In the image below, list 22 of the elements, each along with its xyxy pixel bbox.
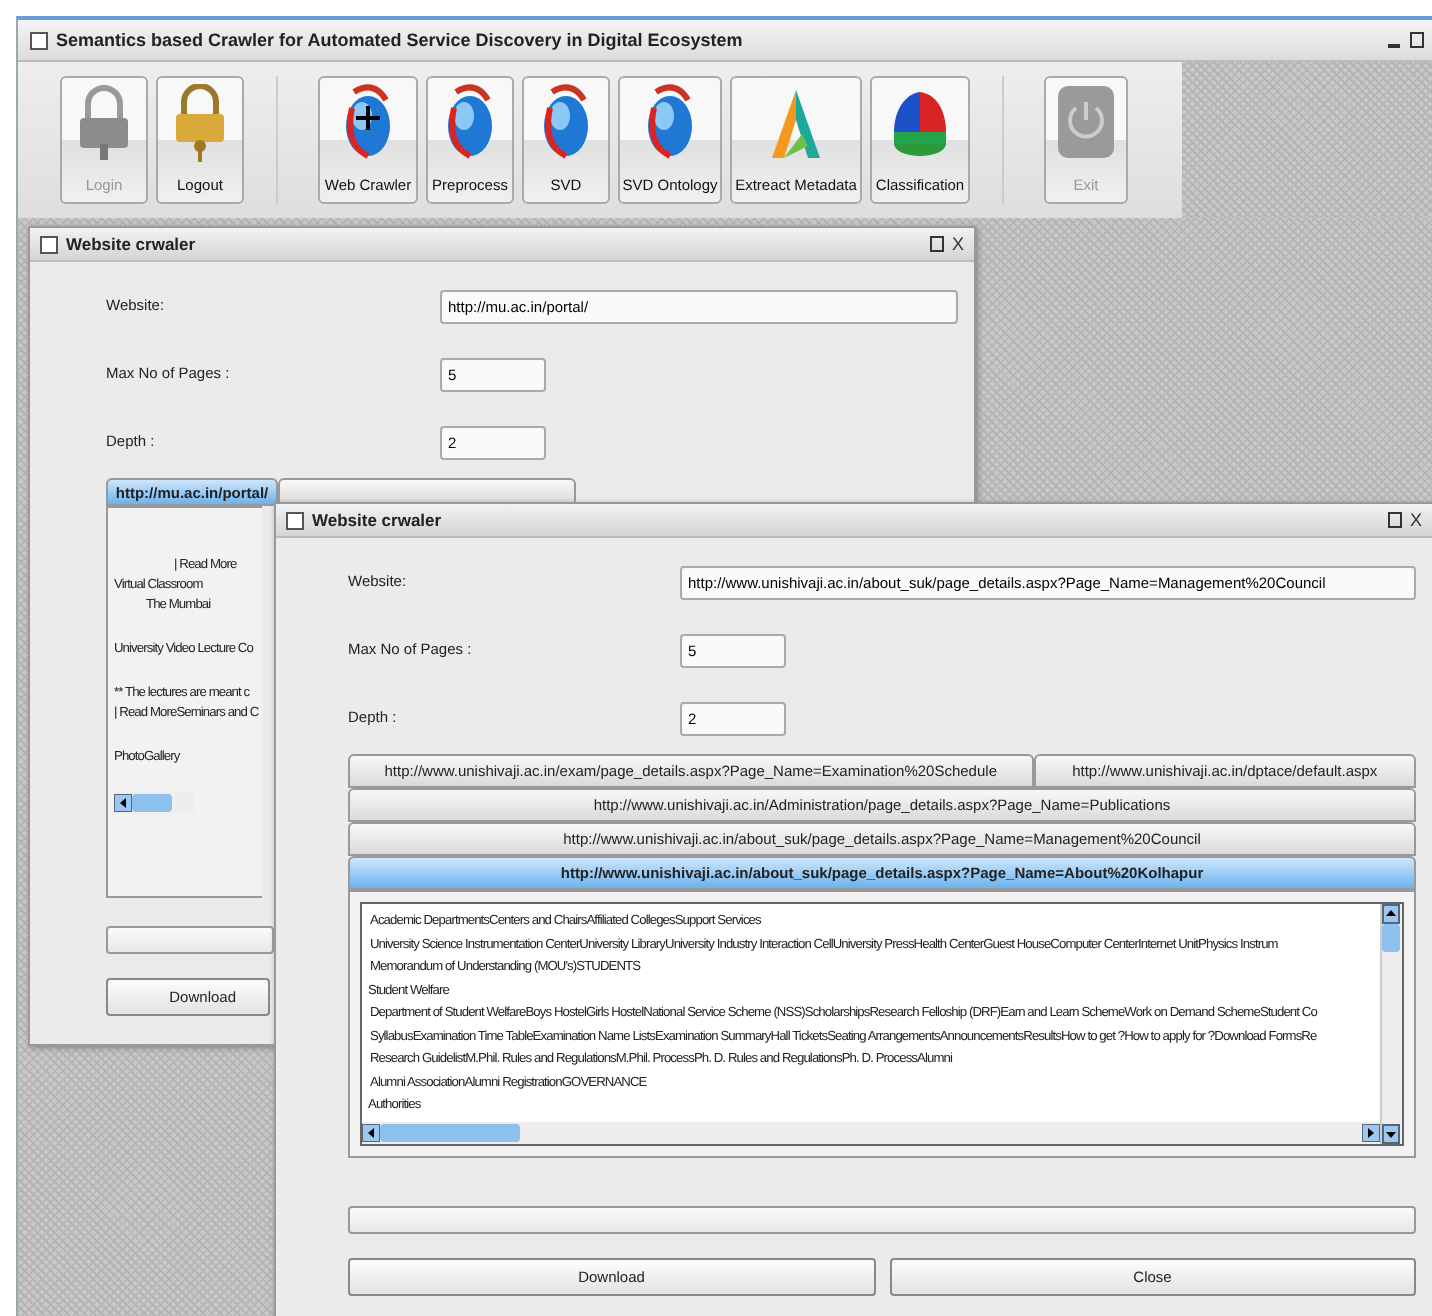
window-menu-icon[interactable]	[40, 235, 58, 253]
window-close-button[interactable]: X	[1409, 510, 1422, 530]
maximize-icon[interactable]	[929, 236, 944, 252]
scrollbar-thumb[interactable]	[380, 1123, 520, 1141]
scrollbar-thumb[interactable]	[1382, 924, 1400, 952]
scroll-down-icon[interactable]	[1382, 1123, 1400, 1143]
window-title: Website crwaler	[66, 234, 198, 254]
scrollbar-thumb[interactable]	[132, 794, 172, 812]
window-menu-icon[interactable]	[286, 511, 304, 529]
window-close-button[interactable]: X	[951, 234, 964, 254]
padlock-icon	[76, 84, 132, 164]
maximize-icon[interactable]	[1410, 32, 1424, 48]
scroll-right-icon[interactable]	[1362, 1123, 1380, 1141]
scroll-left-icon[interactable]	[362, 1123, 380, 1141]
window-title: Website crwaler	[312, 510, 444, 530]
power-icon	[1056, 84, 1116, 160]
maximize-icon[interactable]	[1387, 512, 1402, 528]
app-title: Semantics based Crawler for Automated Service Discovery in Digital Ecosystem	[56, 30, 745, 50]
scroll-up-icon[interactable]	[1382, 904, 1400, 924]
window-menu-icon[interactable]	[30, 31, 48, 49]
padlock-key-icon	[172, 84, 228, 164]
scroll-left-icon[interactable]	[114, 794, 132, 812]
